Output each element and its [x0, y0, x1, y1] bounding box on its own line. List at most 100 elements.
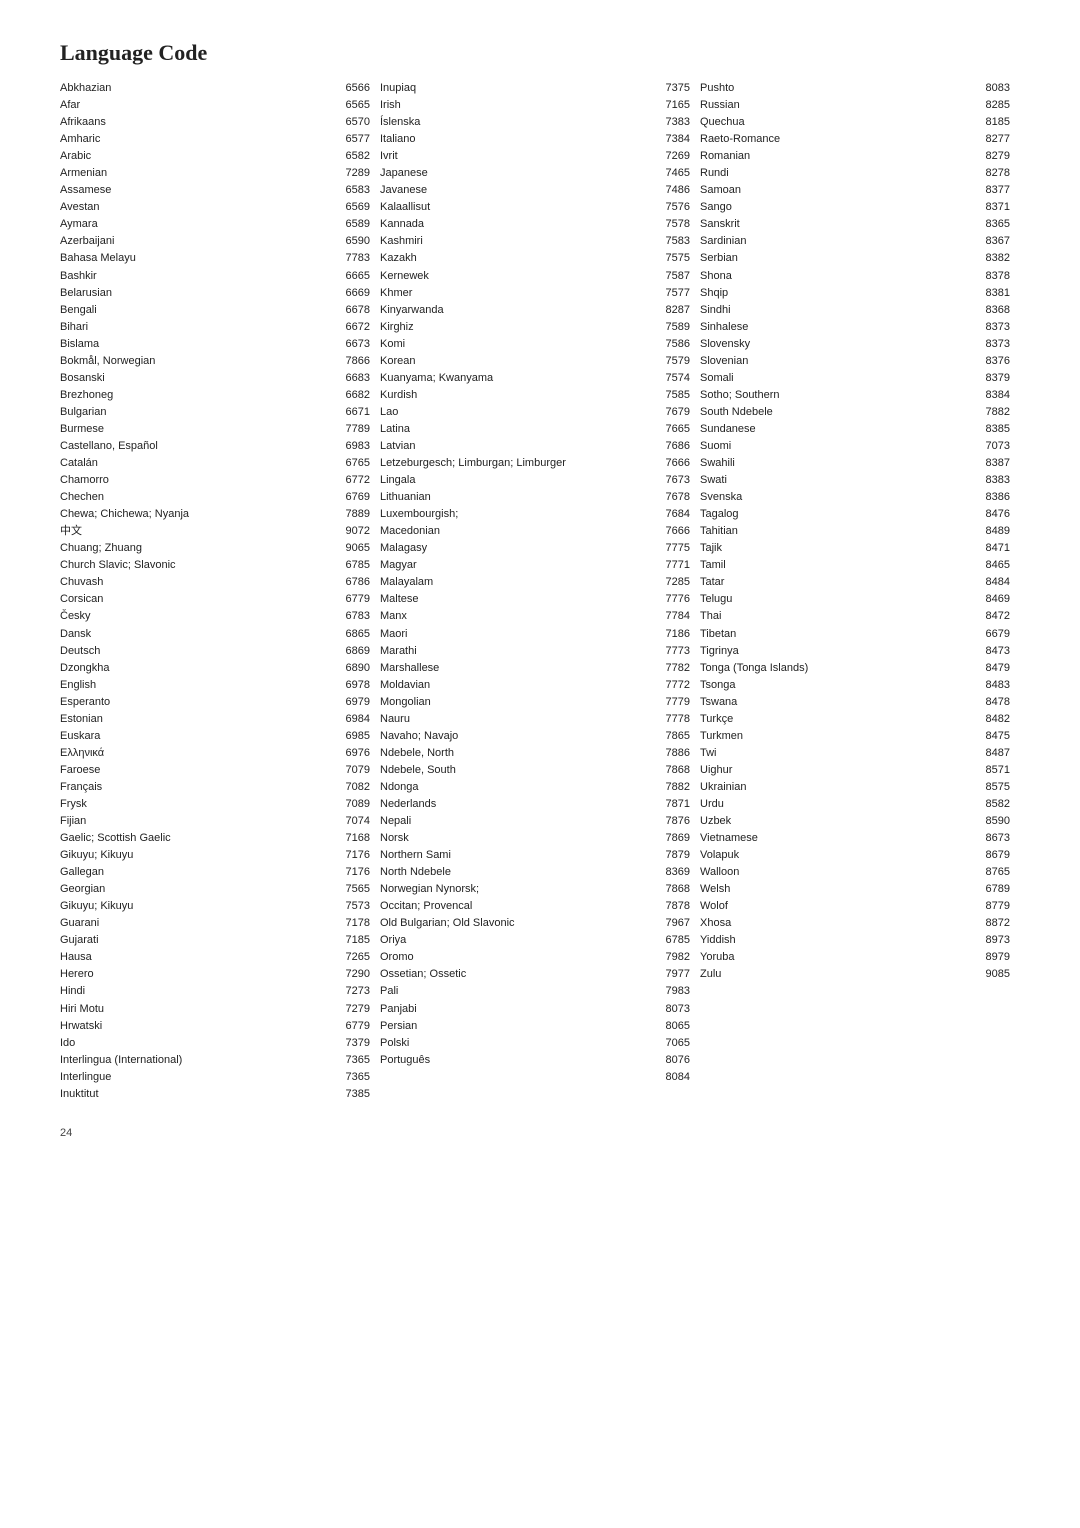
language-name: Castellano, Español	[60, 438, 334, 455]
language-code: 7065	[654, 1035, 690, 1052]
table-row: Slovensky8373	[700, 336, 1010, 353]
table-row: Tswana8478	[700, 694, 1010, 711]
language-code: 7577	[654, 285, 690, 302]
language-code: 7168	[334, 830, 370, 847]
language-code: 6566	[334, 80, 370, 97]
table-row: Chuang; Zhuang9065	[60, 540, 370, 557]
language-code: 6679	[974, 626, 1010, 643]
language-name: Frysk	[60, 796, 334, 813]
language-code: 7178	[334, 915, 370, 932]
language-code: 8476	[974, 506, 1010, 523]
language-code: 7578	[654, 216, 690, 233]
table-row: Vietnamese8673	[700, 830, 1010, 847]
table-row: Kazakh7575	[380, 250, 690, 267]
language-code: 8575	[974, 779, 1010, 796]
table-row: Gujarati7185	[60, 932, 370, 949]
language-name: Latvian	[380, 438, 654, 455]
language-code: 6983	[334, 438, 370, 455]
table-row: 8084	[380, 1069, 690, 1086]
language-name: Irish	[380, 97, 654, 114]
table-row: Armenian7289	[60, 165, 370, 182]
language-name: Hiri Motu	[60, 1001, 334, 1018]
language-code: 7665	[654, 421, 690, 438]
table-row: Oriya6785	[380, 932, 690, 949]
language-name: Pushto	[700, 80, 974, 97]
table-row: Íslenska7383	[380, 114, 690, 131]
table-row: Hiri Motu7279	[60, 1001, 370, 1018]
language-code: 8367	[974, 233, 1010, 250]
table-row: Ossetian; Ossetic7977	[380, 966, 690, 983]
language-name: Moldavian	[380, 677, 654, 694]
language-code: 6984	[334, 711, 370, 728]
language-code: 6785	[334, 557, 370, 574]
table-row: Latvian7686	[380, 438, 690, 455]
table-row: Ndebele, North7886	[380, 745, 690, 762]
table-row: Afar6565	[60, 97, 370, 114]
table-row: Japanese7465	[380, 165, 690, 182]
table-row: Irish7165	[380, 97, 690, 114]
language-code: 7967	[654, 915, 690, 932]
language-code: 8471	[974, 540, 1010, 557]
language-name: Dansk	[60, 626, 334, 643]
language-name: Persian	[380, 1018, 654, 1035]
table-row: Northern Sami7879	[380, 847, 690, 864]
language-code: 7871	[654, 796, 690, 813]
table-row: Abkhazian6566	[60, 80, 370, 97]
language-code: 8469	[974, 591, 1010, 608]
table-row: Xhosa8872	[700, 915, 1010, 932]
language-code: 7365	[334, 1069, 370, 1086]
language-code: 7889	[334, 506, 370, 523]
table-row: Old Bulgarian; Old Slavonic7967	[380, 915, 690, 932]
table-row: Français7082	[60, 779, 370, 796]
table-row: Pushto8083	[700, 80, 1010, 97]
language-code: 6582	[334, 148, 370, 165]
table-row: Tajik8471	[700, 540, 1010, 557]
table-row: Ndebele, South7868	[380, 762, 690, 779]
language-name: Navaho; Navajo	[380, 728, 654, 745]
table-row: Russian8285	[700, 97, 1010, 114]
table-row: Faroese7079	[60, 762, 370, 779]
language-code: 8483	[974, 677, 1010, 694]
language-code: 7073	[974, 438, 1010, 455]
language-code: 8387	[974, 455, 1010, 472]
language-code: 6785	[654, 932, 690, 949]
language-code: 8369	[654, 864, 690, 881]
language-name: Português	[380, 1052, 654, 1069]
language-code: 6783	[334, 608, 370, 625]
table-row: Amharic6577	[60, 131, 370, 148]
language-code: 6569	[334, 199, 370, 216]
language-name: Interlingue	[60, 1069, 334, 1086]
table-row: Aymara6589	[60, 216, 370, 233]
table-row: Burmese7789	[60, 421, 370, 438]
language-column-1: Inupiaq7375Irish7165Íslenska7383Italiano…	[380, 80, 700, 1103]
language-name: Malayalam	[380, 574, 654, 591]
language-name: Bokmål, Norwegian	[60, 353, 334, 370]
language-name: Yoruba	[700, 949, 974, 966]
language-name: Bosanski	[60, 370, 334, 387]
language-code: 7983	[654, 983, 690, 1000]
language-code: 7379	[334, 1035, 370, 1052]
language-name: Dzongkha	[60, 660, 334, 677]
language-code: 8465	[974, 557, 1010, 574]
language-code: 7265	[334, 949, 370, 966]
language-code: 8582	[974, 796, 1010, 813]
language-name: Ndebele, North	[380, 745, 654, 762]
language-name: Afar	[60, 97, 334, 114]
language-name: Bihari	[60, 319, 334, 336]
table-row: Yiddish8973	[700, 932, 1010, 949]
table-row: Macedonian7666	[380, 523, 690, 540]
table-row: Kinyarwanda8287	[380, 302, 690, 319]
language-name: Français	[60, 779, 334, 796]
table-row: Tamil8465	[700, 557, 1010, 574]
language-code: 8472	[974, 608, 1010, 625]
language-code: 6869	[334, 643, 370, 660]
language-name: Herero	[60, 966, 334, 983]
table-row: Bashkir6665	[60, 268, 370, 285]
table-row: Marathi7773	[380, 643, 690, 660]
language-name: Welsh	[700, 881, 974, 898]
table-row: 中文9072	[60, 523, 370, 540]
table-row: Gikuyu; Kikuyu7176	[60, 847, 370, 864]
language-code: 7876	[654, 813, 690, 830]
language-code: 8679	[974, 847, 1010, 864]
table-row: Arabic6582	[60, 148, 370, 165]
